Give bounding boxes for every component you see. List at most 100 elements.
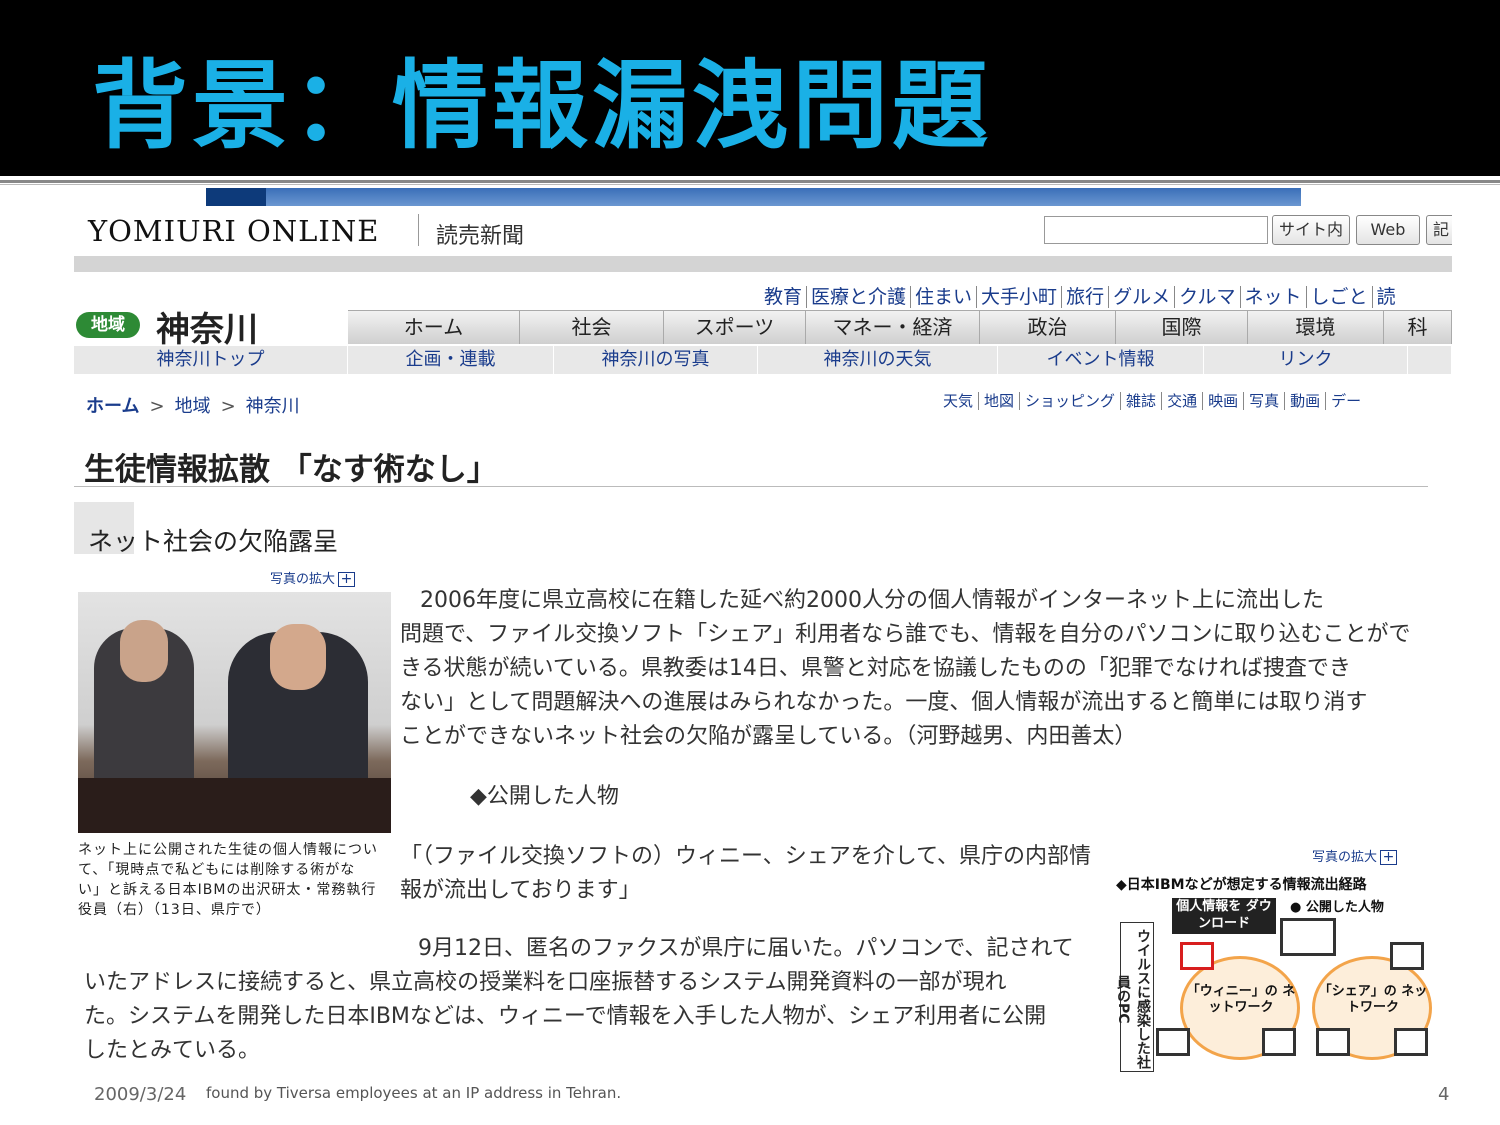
para1-line: 問題で、ファイル交換ソフト「シェア」利用者なら誰でも、情報を自分のパソコンに取り… — [400, 622, 1411, 647]
search-input[interactable] — [1044, 216, 1268, 244]
article-paragraph-1: 2006年度に県立高校に在籍した延べ約2000人分の個人情報がインターネット上に… — [400, 584, 1430, 754]
search-web-button[interactable]: Web — [1356, 215, 1420, 245]
nav-tab-politics[interactable]: 政治 — [980, 311, 1116, 344]
util-link[interactable]: 写真 — [1244, 392, 1286, 410]
photo-face-right — [270, 624, 326, 690]
plus-icon[interactable]: + — [338, 572, 356, 587]
site-logo-sub[interactable]: 読売新聞 — [436, 218, 524, 250]
nav-tab-society[interactable]: 社会 — [520, 311, 664, 344]
util-link[interactable]: デー — [1326, 392, 1366, 410]
share-network-label: 「シェア」の ネットワーク — [1318, 984, 1428, 1015]
title-divider-thin — [0, 184, 1500, 185]
main-nav: ホーム 社会 スポーツ マネー・経済 政治 国際 環境 科 — [348, 310, 1452, 344]
category-link[interactable]: 教育 — [760, 286, 808, 308]
quote-line: 「（ファイル交換ソフトの）ウィニー、シェアを介して、県庁の内部情 — [400, 844, 1092, 869]
photo-face-left — [120, 620, 168, 682]
subnav-kanagawa-top[interactable]: 神奈川トップ — [74, 346, 348, 374]
photo-zoom-label: 写真の拡大 — [270, 572, 336, 587]
category-link[interactable]: 住まい — [911, 286, 978, 308]
util-link[interactable]: 交通 — [1162, 392, 1204, 410]
category-link[interactable]: 大手小町 — [977, 286, 1063, 308]
category-link[interactable]: ネット — [1240, 286, 1307, 308]
section-marker: ◆公開した人物 — [470, 784, 619, 809]
nav-tab-sports[interactable]: スポーツ — [664, 311, 806, 344]
utility-links: 天気 地図 ショッピング 雑誌 交通 映画 写真 動画 デー — [938, 390, 1366, 411]
nav-tab-home[interactable]: ホーム — [348, 311, 520, 344]
article-photo[interactable] — [78, 592, 391, 833]
region-title[interactable]: 神奈川 — [156, 302, 258, 351]
para3-line: 9月12日、匿名のファクスが県庁に届いた。パソコンで、記されて — [418, 936, 1074, 961]
leak-route-diagram[interactable]: 写真の拡大 + ◆日本IBMなどが想定する情報流出経路 ウイルスに感染した社員のP… — [1115, 846, 1432, 1078]
para3-line: た。システムを開発した日本IBMなどは、ウィニーで情報を入手した人物が、シェア利… — [84, 1004, 1047, 1029]
category-link[interactable]: グルメ — [1109, 286, 1176, 308]
diagram-zoom-link[interactable]: 写真の拡大 + — [1312, 846, 1398, 865]
breadcrumb-kanagawa[interactable]: 神奈川 — [246, 396, 300, 417]
breadcrumb-separator: > — [149, 396, 165, 417]
category-link[interactable]: しごと — [1306, 286, 1373, 308]
para1-line: ことができないネット社会の欠陥が露呈している。（河野越男、内田善太） — [400, 724, 1137, 749]
pc-icon — [1262, 1028, 1296, 1056]
util-link[interactable]: 映画 — [1203, 392, 1245, 410]
photo-zoom-link[interactable]: 写真の拡大 + — [270, 568, 356, 587]
winny-network-label: 「ウィニー」の ネットワーク — [1186, 984, 1296, 1015]
category-link[interactable]: 医療と介護 — [807, 286, 912, 308]
site-logo[interactable]: YOMIURI ONLINE — [88, 214, 379, 248]
subnav-extra[interactable] — [1408, 346, 1452, 374]
breadcrumb-home[interactable]: ホーム — [86, 396, 139, 417]
sub-nav: 神奈川トップ 企画・連載 神奈川の写真 神奈川の天気 イベント情報 リンク — [74, 346, 1452, 374]
region-badge: 地域 — [76, 312, 140, 338]
logo-divider — [418, 214, 419, 246]
para3-line: いたアドレスに接続すると、県立高校の授業料を口座振替するシステム開発資料の一部が… — [84, 970, 1007, 995]
breadcrumb: ホーム > 地域 > 神奈川 — [86, 392, 300, 418]
breadcrumb-region[interactable]: 地域 — [175, 396, 211, 417]
util-link[interactable]: 天気 — [938, 392, 980, 410]
subnav-weather[interactable]: 神奈川の天気 — [758, 346, 998, 374]
util-link[interactable]: 動画 — [1285, 392, 1327, 410]
subnav-series[interactable]: 企画・連載 — [348, 346, 554, 374]
subnav-photos[interactable]: 神奈川の写真 — [554, 346, 758, 374]
article-subhead: ネット社会の欠陥露呈 — [88, 527, 339, 556]
category-link[interactable]: クルマ — [1175, 286, 1241, 308]
browser-top-banner — [206, 188, 1301, 206]
photo-caption: ネット上に公開された生徒の個人情報について、「現時点で私どもには削除する術がない… — [78, 842, 378, 918]
quote-line: 報が流出しております」 — [400, 878, 641, 903]
util-link[interactable]: 地図 — [979, 392, 1021, 410]
title-divider — [0, 180, 1500, 183]
util-link[interactable]: ショッピング — [1020, 392, 1122, 410]
download-label: 個人情報を ダウンロード — [1172, 898, 1276, 934]
para1-line: 2006年度に県立高校に在籍した延べ約2000人分の個人情報がインターネット上に… — [420, 588, 1324, 613]
public-person-text: 公開した人物 — [1305, 900, 1384, 915]
nav-tab-economy[interactable]: マネー・経済 — [806, 311, 980, 344]
subnav-events[interactable]: イベント情報 — [998, 346, 1204, 374]
pc-icon — [1394, 1028, 1428, 1056]
infected-pc-icon — [1180, 942, 1214, 970]
category-link[interactable]: 旅行 — [1062, 286, 1110, 308]
pc-icon — [1316, 1028, 1350, 1056]
util-link[interactable]: 雑誌 — [1121, 392, 1163, 410]
public-person-label: ● 公開した人物 — [1290, 900, 1384, 915]
plus-icon[interactable]: + — [1380, 850, 1398, 865]
pc-icon — [1156, 1028, 1190, 1056]
nav-tab-environment[interactable]: 環境 — [1248, 311, 1384, 344]
search-extra-button[interactable]: 記 — [1426, 215, 1452, 245]
public-person-pc-icon — [1280, 918, 1336, 956]
article-headline: 生徒情報拡散 「なす術なし」 — [84, 452, 498, 488]
pc-icon — [1390, 942, 1424, 970]
para1-line: きる状態が続いている。県教委は14日、県警と対応を協議したものの「犯罪でなければ… — [400, 656, 1351, 681]
article-paragraph-3: 9月12日、匿名のファクスが県庁に届いた。パソコンで、記されて いたアドレスに接… — [84, 932, 1104, 1068]
header-band — [74, 256, 1452, 272]
slide-title-bar: 背景：情報漏洩問題 — [0, 0, 1500, 176]
subnav-links[interactable]: リンク — [1204, 346, 1408, 374]
search-site-button[interactable]: サイト内 — [1272, 215, 1350, 245]
nav-tab-international[interactable]: 国際 — [1116, 311, 1248, 344]
infected-pc-label: ウイルスに感染した社員のPC — [1115, 922, 1154, 1072]
diagram-zoom-label: 写真の拡大 — [1312, 850, 1378, 865]
nav-tab-science[interactable]: 科 — [1384, 311, 1452, 344]
slide-page-number: 4 — [1438, 1084, 1450, 1105]
news-screenshot: YOMIURI ONLINE 読売新聞 サイト内 Web 記 教育 医療と介護 住ま… — [74, 186, 1452, 1090]
category-links: 教育 医療と介護 住まい 大手小町 旅行 グルメ クルマ ネット しごと読 — [760, 282, 1400, 309]
category-link[interactable]: 読 — [1373, 286, 1400, 308]
slide-footer-date: 2009/3/24 — [94, 1084, 187, 1105]
diagram-title: ◆日本IBMなどが想定する情報流出経路 — [1116, 877, 1367, 893]
para1-line: ない」として問題解決への進展はみられなかった。一度、個人情報が流出すると簡単には… — [400, 690, 1368, 715]
